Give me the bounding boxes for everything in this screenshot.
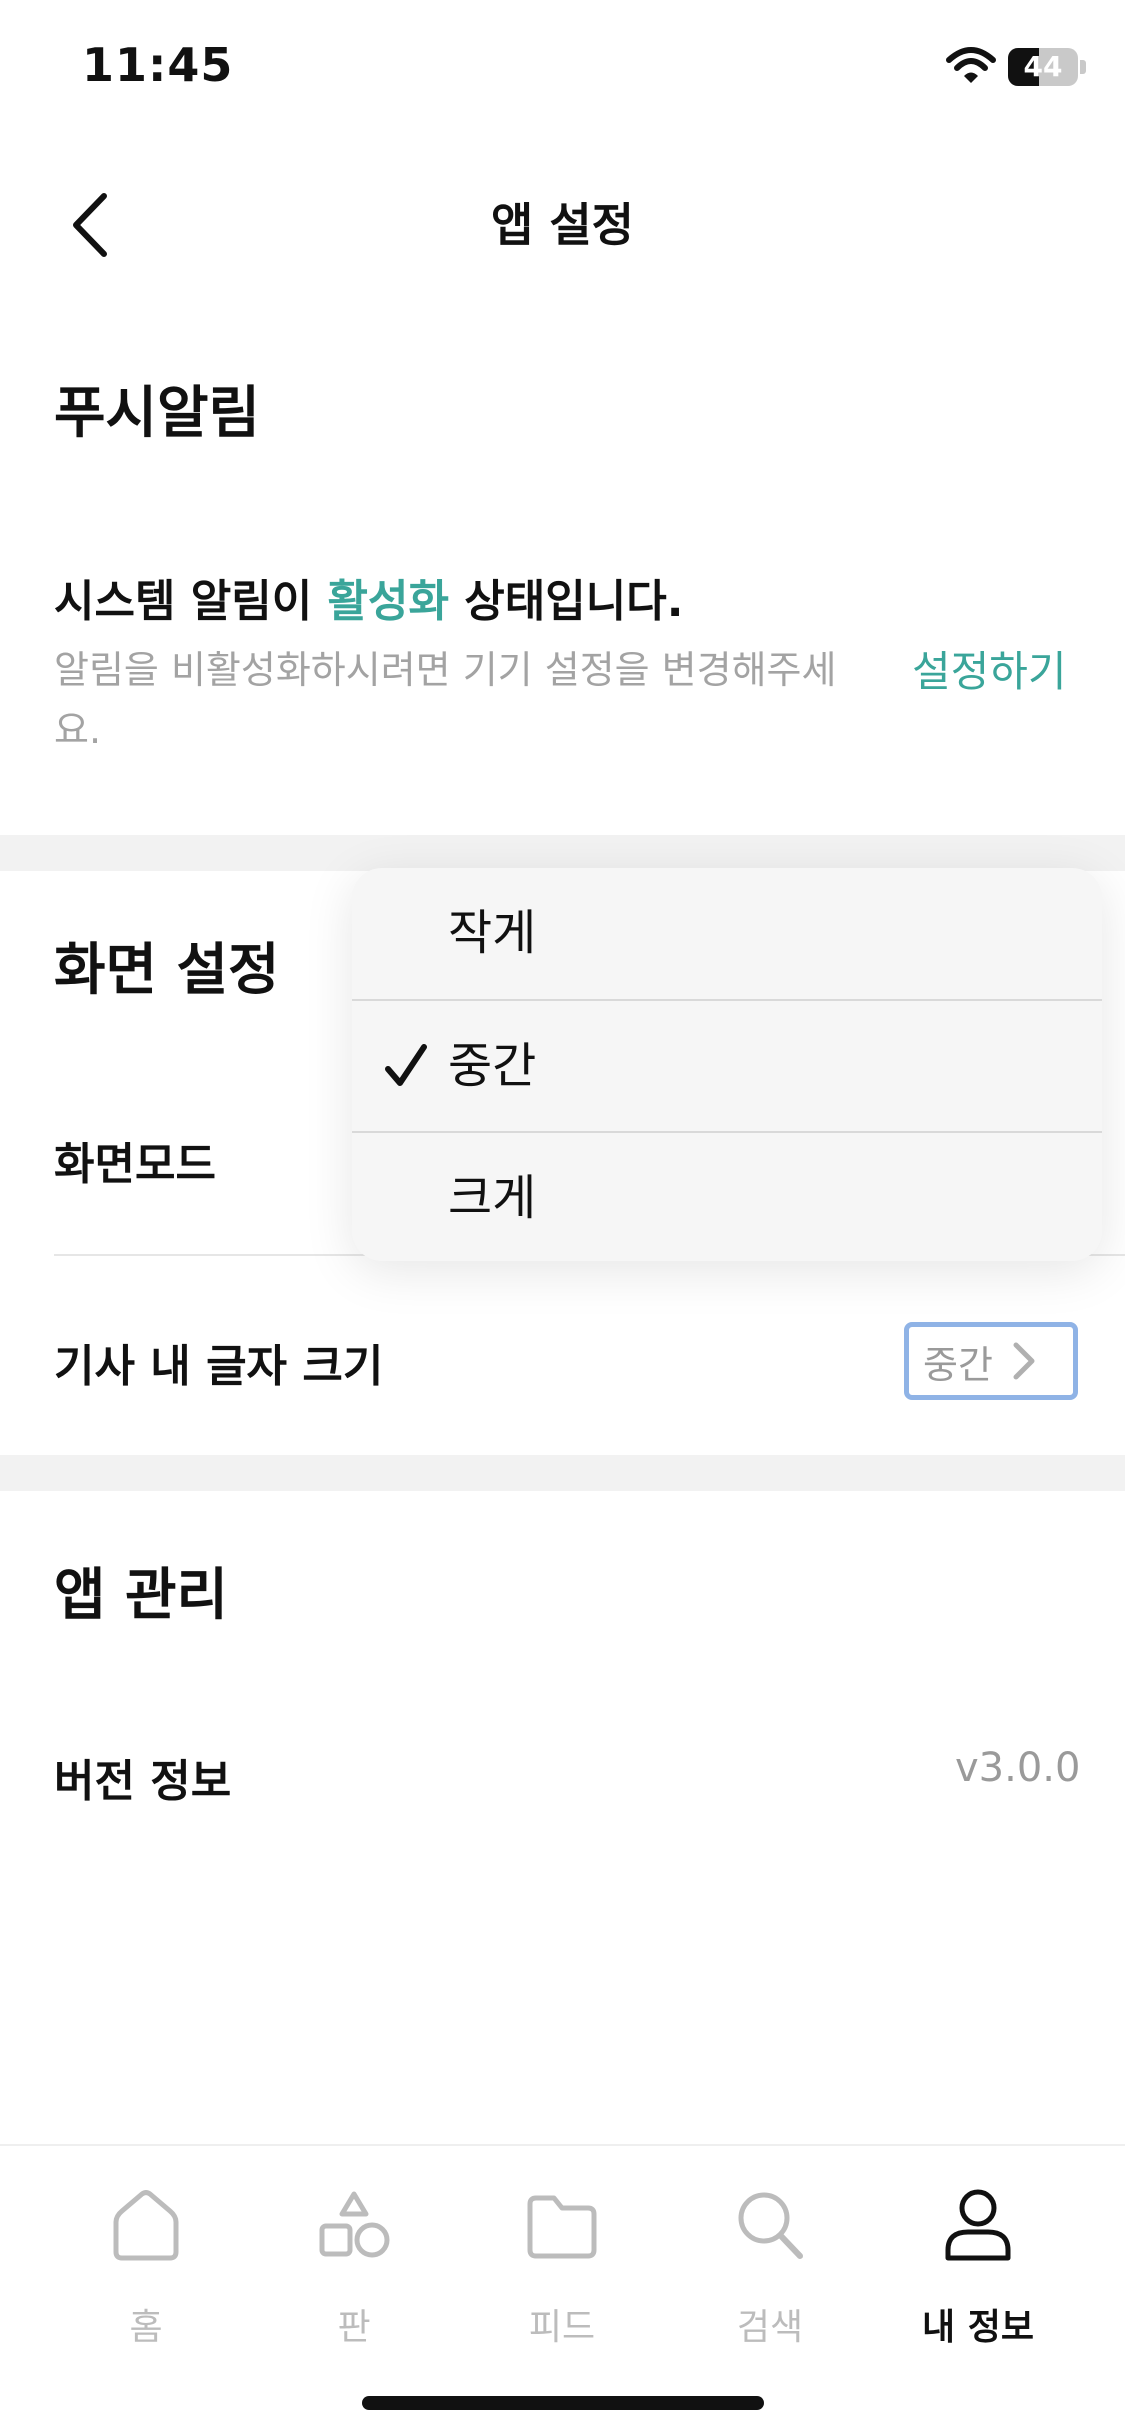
menu-item-label: 작게: [448, 905, 537, 961]
version-row-label: 버전 정보: [54, 1756, 232, 1807]
tab-label: 피드: [528, 2307, 596, 2348]
home-indicator: [362, 2396, 764, 2410]
menu-item-large[interactable]: 크게: [352, 1133, 1102, 1261]
section-separator: [0, 1455, 1125, 1491]
tab-label: 판: [337, 2307, 371, 2348]
battery-level: 44: [1023, 50, 1063, 83]
tab-feed[interactable]: 피드: [472, 2186, 652, 2356]
chevron-right-icon: [1013, 1342, 1035, 1380]
push-section-title: 푸시알림: [54, 381, 261, 446]
wifi-icon: [946, 47, 996, 83]
tab-my-info[interactable]: 내 정보: [888, 2186, 1068, 2356]
display-section-title: 화면 설정: [54, 938, 280, 1003]
menu-item-small[interactable]: 작게: [352, 868, 1102, 999]
checkmark-icon: [385, 1044, 427, 1086]
push-status-accent: 활성화: [327, 576, 449, 627]
menu-item-medium[interactable]: 중간: [352, 1001, 1102, 1132]
tab-home[interactable]: 홈: [56, 2186, 236, 2356]
push-status-suffix: 상태입니다.: [448, 576, 684, 627]
tab-label: 홈: [129, 2307, 163, 2348]
status-bar: 11:45 44: [0, 0, 1125, 140]
font-size-menu: 작게 중간 크게: [352, 868, 1102, 1261]
section-separator: [0, 835, 1125, 871]
page-title: 앱 설정: [491, 198, 634, 252]
shapes-icon: [319, 2191, 390, 2258]
tab-label: 내 정보: [922, 2307, 1034, 2348]
font-size-selector[interactable]: 중간: [904, 1322, 1078, 1400]
back-button[interactable]: [50, 180, 130, 270]
push-status-prefix: 시스템 알림이: [54, 576, 328, 627]
home-icon: [113, 2190, 179, 2261]
folder-icon: [527, 2195, 597, 2259]
font-size-row-label: 기사 내 글자 크기: [54, 1341, 384, 1392]
status-time: 11:45: [82, 38, 234, 92]
push-status-text: 시스템 알림이 활성화 상태입니다.: [54, 565, 683, 629]
profile-icon: [945, 2189, 1011, 2261]
search-icon: [738, 2192, 803, 2259]
tab-bar: 홈 판 피드 검색 내 정보: [0, 2144, 1125, 2436]
tab-search[interactable]: 검색: [680, 2186, 860, 2356]
tab-pan[interactable]: 판: [264, 2186, 444, 2356]
tab-label: 검색: [736, 2307, 804, 2348]
nav-bar: 앱 설정: [0, 150, 1125, 300]
device-settings-link[interactable]: 설정하기: [912, 638, 1067, 699]
menu-item-label: 크게: [448, 1170, 537, 1226]
battery-icon: 44: [1008, 48, 1086, 86]
font-size-value: 중간: [923, 1342, 993, 1387]
app-settings-screen: 11:45 44 앱 설정 푸시알림 시스템 알림이 활성화 상태입니다. 알림…: [0, 0, 1125, 2436]
version-value: v3.0.0: [955, 1745, 1081, 1791]
chevron-left-icon: [73, 193, 107, 257]
push-description: 알림을 비활성화하시려면 기기 설정을 변경해주세요.: [54, 648, 837, 752]
display-mode-row[interactable]: 화면모드: [54, 1128, 216, 1192]
menu-item-label: 중간: [448, 1038, 537, 1094]
app-section-title: 앱 관리: [54, 1563, 229, 1628]
